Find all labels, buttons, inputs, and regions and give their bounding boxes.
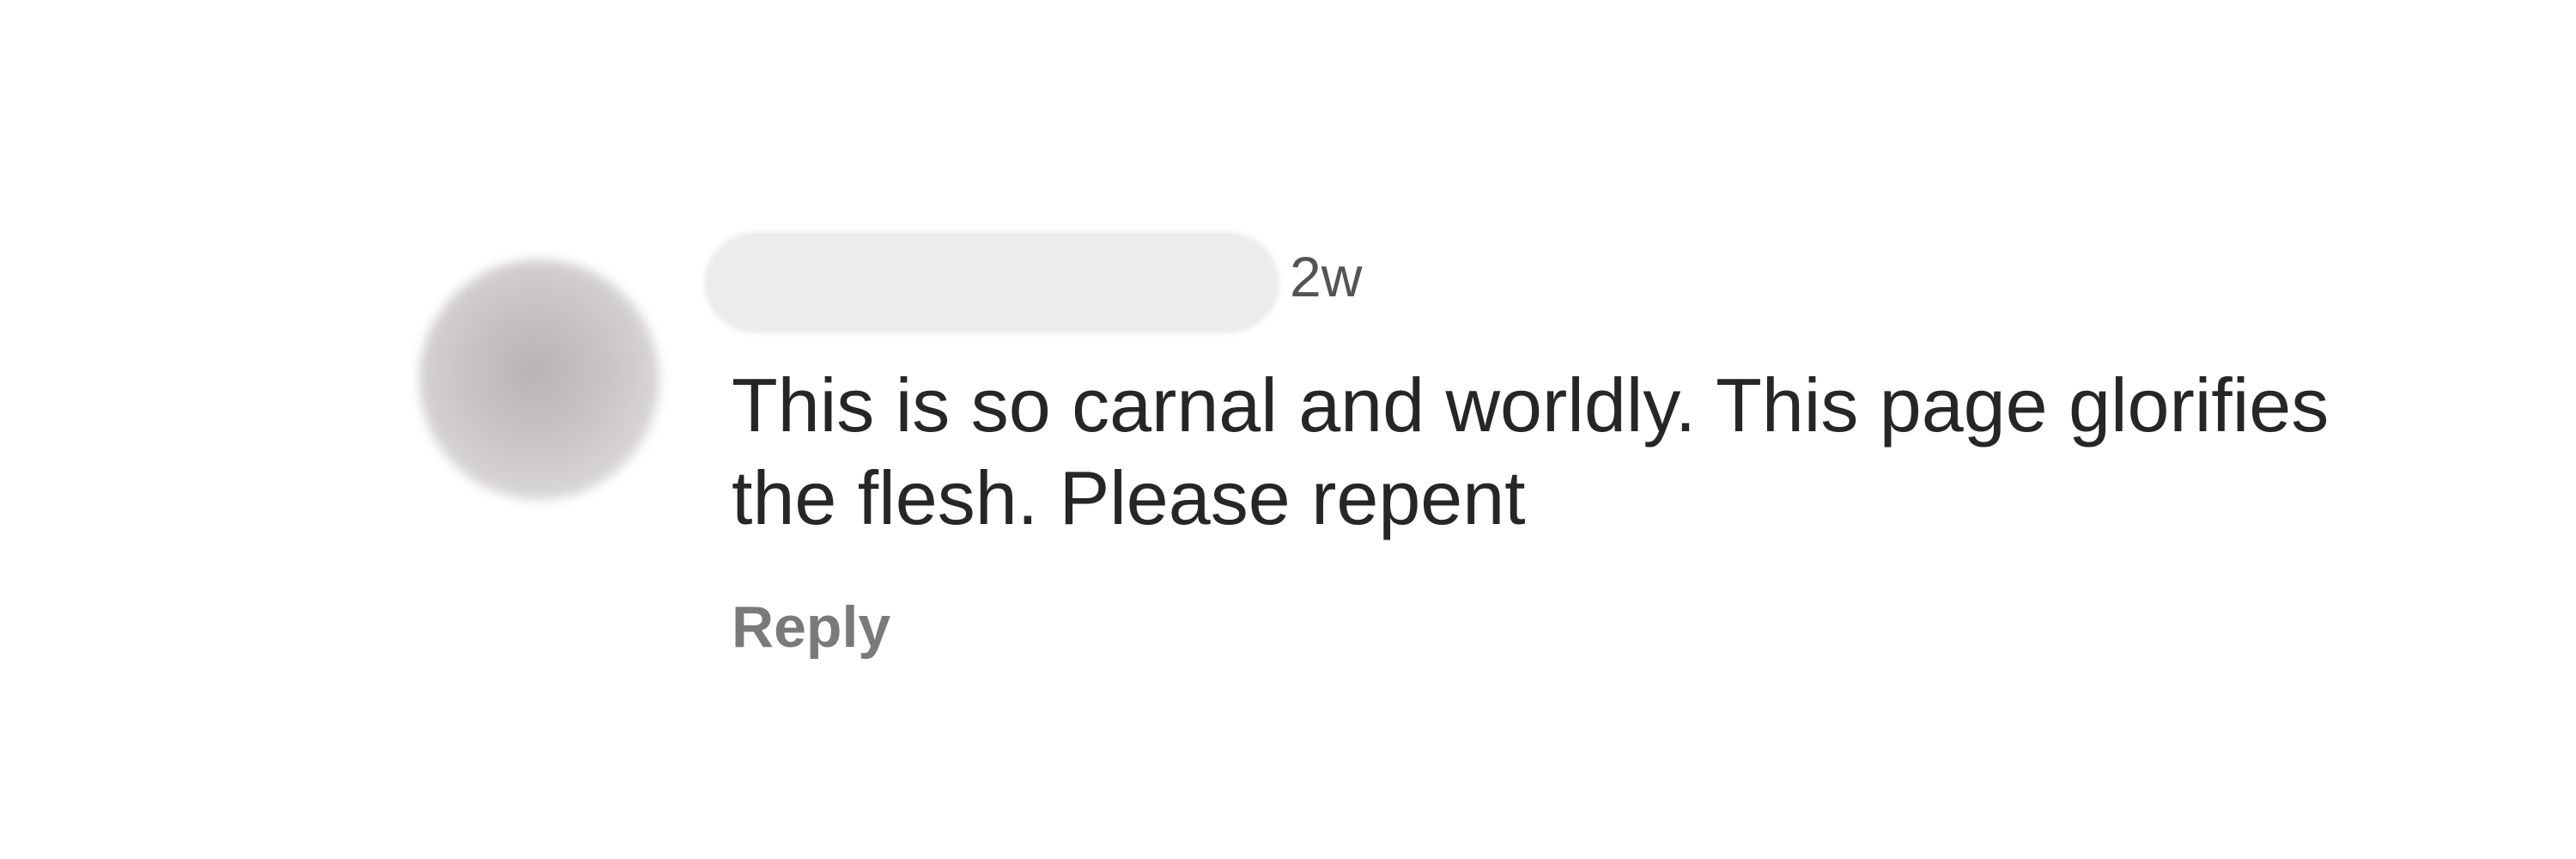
reply-button[interactable]: Reply [732, 593, 890, 661]
username-redacted [704, 232, 1279, 333]
avatar[interactable] [419, 259, 659, 500]
comment-text: This is so carnal and worldly. This page… [732, 362, 2330, 540]
comment: 2w This is so carnal and worldly. This p… [0, 0, 2576, 859]
timestamp: 2w [1290, 245, 1363, 308]
